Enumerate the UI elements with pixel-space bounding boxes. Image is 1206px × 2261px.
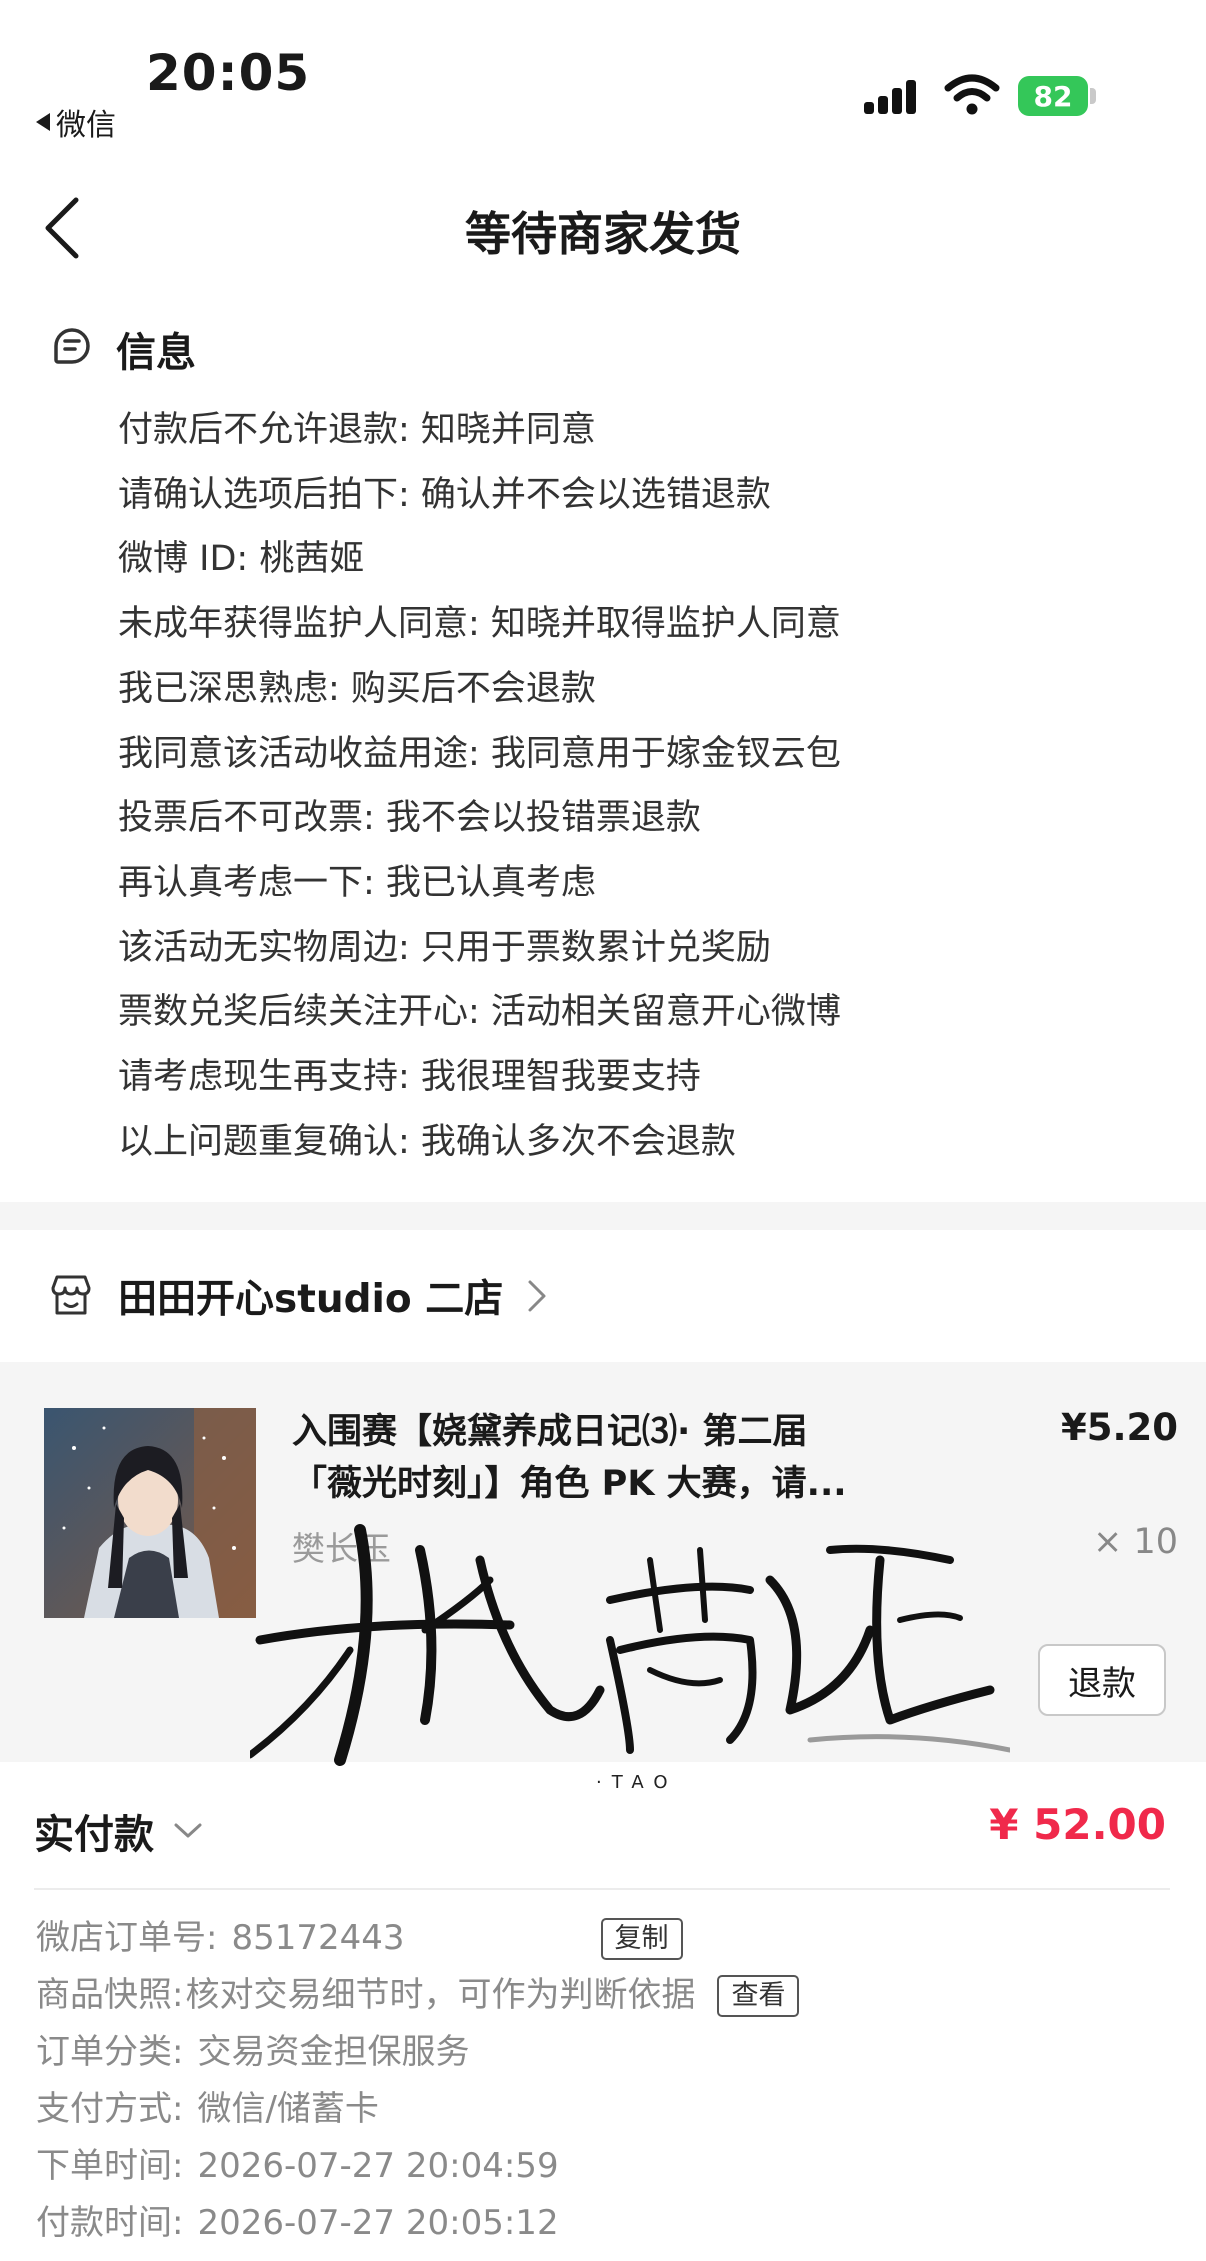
info-item: 以上问题重复确认: 我确认多次不会退款 [118, 1121, 736, 1162]
order-number: 85172443 [231, 1918, 405, 1958]
paid-amount: ¥ 52.00 [989, 1800, 1166, 1849]
battery-tip [1090, 88, 1096, 104]
product-variant: 樊长玉 [292, 1529, 391, 1568]
view-snapshot-button[interactable]: 查看 [717, 1974, 800, 2017]
info-item: 我同意该活动收益用途: 我同意用于嫁金钗云包 [118, 733, 841, 774]
info-item: 该活动无实物周边: 只用于票数累计兑奖励 [118, 927, 771, 968]
chevron-right-icon[interactable] [526, 1278, 548, 1314]
shop-icon [51, 1275, 91, 1315]
order-number-row: 微店订单号: 85172443 复制 [36, 1910, 799, 1967]
info-item: 付款后不允许退款: 知晓并同意 [118, 410, 596, 450]
info-list: 付款后不允许退款: 知晓并同意 请确认选项后拍下: 确认并不会以选错退款 微博 … [118, 398, 841, 1174]
product-quantity: × 10 [1093, 1522, 1178, 1562]
page-title: 等待商家发货 [465, 207, 741, 261]
back-to-wechat[interactable]: 微信 [36, 100, 116, 144]
divider [34, 1888, 1170, 1890]
row-key: 商品快照: [36, 1975, 184, 2015]
row-key: 微店订单号: [36, 1918, 218, 1958]
back-triangle-icon [36, 113, 50, 131]
chevron-down-icon [174, 1823, 202, 1838]
info-item: 投票后不可改票: 我不会以投错票退款 [118, 798, 701, 839]
refund-button[interactable]: 退款 [1038, 1644, 1166, 1716]
info-item: 未成年获得监护人同意: 知晓并取得监护人同意 [118, 604, 841, 645]
order-time-row: 下单时间: 2026-07-27 20:04:59 [36, 2138, 799, 2195]
paid-label: 实付款 [34, 1812, 154, 1858]
copy-button[interactable]: 复制 [600, 1917, 683, 1960]
product-price: ¥5.20 [1060, 1406, 1178, 1449]
shop-name[interactable]: 田田开心studio 二店 [118, 1268, 503, 1324]
row-key: 下单时间: [36, 2146, 184, 2186]
info-item: 请考虑现生再支持: 我很理智我要支持 [118, 1057, 701, 1098]
info-item: 请确认选项后拍下: 确认并不会以选错退款 [118, 474, 771, 515]
battery-level: 82 [1018, 76, 1088, 116]
product-thumbnail[interactable] [44, 1408, 256, 1618]
section-divider [0, 1202, 1206, 1230]
order-details: 微店订单号: 85172443 复制 商品快照: 核对交易细节时，可作为判断依据… [36, 1910, 800, 2252]
row-value: 2026-07-27 20:05:12 [197, 2203, 559, 2243]
row-key: 订单分类: [36, 2032, 184, 2072]
row-value: 交易资金担保服务 [197, 2032, 470, 2072]
snapshot-desc: 核对交易细节时，可作为判断依据 [185, 1975, 696, 2015]
product-title[interactable]: 入围赛【娆黛养成日记⑶· 第二届「薇光时刻」】角色 PK 大赛，请... [292, 1406, 872, 1510]
info-item: 票数兑奖后续关注开心: 活动相关留意开心微博 [118, 992, 841, 1033]
info-item: 我已深思熟虑: 购买后不会退款 [118, 668, 596, 709]
watermark-subtext: ·TAO [596, 1772, 678, 1793]
info-note-icon [54, 328, 90, 364]
info-item: 微博 ID: 桃茜姬 [118, 539, 365, 580]
info-item: 再认真考虑一下: 我已认真考虑 [118, 862, 596, 903]
payment-method-row: 支付方式: 微信/储蓄卡 [36, 2081, 799, 2138]
row-key: 付款时间: [36, 2203, 184, 2243]
row-value: 微信/储蓄卡 [197, 2089, 379, 2129]
order-category-row: 订单分类: 交易资金担保服务 [36, 2024, 799, 2081]
payment-time-row: 付款时间: 2026-07-27 20:05:12 [36, 2195, 799, 2252]
snapshot-row: 商品快照: 核对交易细节时，可作为判断依据 查看 [36, 1967, 800, 2024]
status-time: 20:05 [146, 44, 311, 102]
row-key: 支付方式: [36, 2089, 184, 2129]
info-section-title: 信息 [116, 330, 196, 376]
wifi-icon [944, 74, 1000, 115]
row-value: 2026-07-27 20:04:59 [197, 2146, 559, 2186]
paid-amount-toggle[interactable]: 实付款 [34, 1802, 204, 1860]
back-app-label: 微信 [56, 108, 116, 143]
cellular-signal-icon [864, 78, 926, 114]
